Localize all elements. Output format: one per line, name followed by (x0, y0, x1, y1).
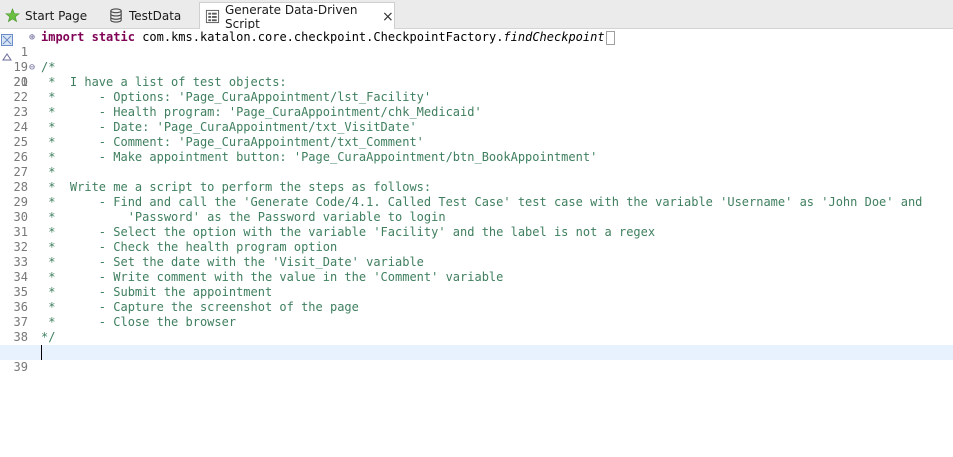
tab-label: TestData (129, 8, 182, 23)
tab-label: Generate Data-Driven Script (225, 2, 358, 31)
code-line[interactable]: 27 * (0, 165, 953, 180)
code-line[interactable]: 22 * - Options: 'Page_CuraAppointment/ls… (0, 90, 953, 105)
code-line[interactable]: 33 * - Set the date with the 'Visit_Date… (0, 255, 953, 270)
code-editor[interactable]: 1 ⊕ import static com.kms.katalon.core.c… (0, 29, 953, 457)
line-number: 25 (13, 135, 28, 149)
line-number: 35 (13, 285, 28, 299)
comment-text: * - Submit the appointment (41, 285, 273, 299)
code-line[interactable]: 1 ⊕ import static com.kms.katalon.core.c… (0, 30, 953, 59)
code-line[interactable]: 34 * - Write comment with the value in t… (0, 270, 953, 285)
code-line[interactable]: 20 ⊖ /* (0, 60, 953, 89)
comment-text: * - Set the date with the 'Visit_Date' v… (41, 255, 424, 269)
comment-text: * - Make appointment button: 'Page_CuraA… (41, 150, 598, 164)
tab-start-page[interactable]: Start Page (4, 2, 100, 29)
line-number: 36 (13, 300, 28, 314)
line-number: 33 (13, 255, 28, 269)
line-number: 37 (13, 315, 28, 329)
code-line[interactable]: 25 * - Comment: 'Page_CuraAppointment/tx… (0, 135, 953, 150)
code-line[interactable]: 36 * - Capture the screenshot of the pag… (0, 300, 953, 315)
expand-fold-icon[interactable]: ⊕ (29, 30, 39, 45)
code-line[interactable]: 35 * - Submit the appointment (0, 285, 953, 300)
comment-text: * - Check the health program option (41, 240, 338, 254)
line-number: 39 (13, 360, 28, 374)
code-line[interactable]: 37 * - Close the browser (0, 315, 953, 330)
line-number: 24 (13, 120, 28, 134)
code-line[interactable]: 23 * - Health program: 'Page_CuraAppoint… (0, 105, 953, 120)
close-icon[interactable]: × (382, 9, 394, 25)
comment-text: * 'Password' as the Password variable to… (41, 210, 446, 224)
line-number: 34 (13, 270, 28, 284)
line-number: 23 (13, 105, 28, 119)
line-number: 29 (13, 195, 28, 209)
star-icon (4, 8, 20, 24)
line-number: 32 (13, 240, 28, 254)
comment-text: * (41, 165, 56, 179)
code-line[interactable]: 30 * 'Password' as the Password variable… (0, 210, 953, 225)
comment-text: * I have a list of test objects: (41, 75, 287, 89)
line-number: 28 (13, 180, 28, 194)
comment-text: * - Date: 'Page_CuraAppointment/txt_Visi… (41, 120, 417, 134)
line-number: 27 (13, 165, 28, 179)
line-number: 22 (13, 90, 28, 104)
comment-text: * - Health program: 'Page_CuraAppointmen… (41, 105, 482, 119)
code-line[interactable]: 31 * - Select the option with the variab… (0, 225, 953, 240)
line-number: 26 (13, 150, 28, 164)
folded-ellipsis-icon[interactable] (605, 30, 615, 45)
current-code-line[interactable]: 39 (0, 345, 953, 374)
editor-tab-bar: Start Page TestData Generate Data-Driven… (0, 0, 953, 31)
code-line[interactable]: 26 * - Make appointment button: 'Page_Cu… (0, 150, 953, 165)
comment-text: * - Close the browser (41, 315, 237, 329)
comment-text: * - Select the option with the variable … (41, 225, 656, 239)
comment-text: /* (41, 60, 56, 74)
import-statement: import static com.kms.katalon.core.check… (41, 30, 615, 45)
line-number: 31 (13, 225, 28, 239)
code-line[interactable]: 19 (0, 45, 953, 74)
comment-text: * - Options: 'Page_CuraAppointment/lst_F… (41, 90, 432, 104)
code-line[interactable]: 28 * Write me a script to perform the st… (0, 180, 953, 195)
code-line[interactable]: 21 * I have a list of test objects: (0, 75, 953, 90)
code-line[interactable]: 29 * - Find and call the 'Generate Code/… (0, 195, 953, 210)
comment-text: * - Comment: 'Page_CuraAppointment/txt_C… (41, 135, 424, 149)
line-number: 21 (13, 75, 28, 89)
database-icon (108, 8, 124, 24)
comment-text: * - Find and call the 'Generate Code/4.1… (41, 195, 923, 209)
collapse-fold-icon[interactable]: ⊖ (29, 60, 39, 75)
tab-testdata[interactable]: TestData (108, 2, 194, 29)
test-script-icon (205, 9, 220, 25)
comment-text: * - Write comment with the value in the … (41, 270, 504, 284)
comment-text: * - Capture the screenshot of the page (41, 300, 359, 314)
tab-label: Start Page (25, 8, 88, 23)
line-number: 38 (13, 330, 28, 344)
code-line[interactable]: 32 * - Check the health program option (0, 240, 953, 255)
comment-text: * Write me a script to perform the steps… (41, 180, 432, 194)
code-line[interactable]: 38 */ (0, 330, 953, 345)
tab-generate-data-driven-script[interactable]: Generate Data-Driven Script × (199, 2, 395, 31)
text-caret (41, 345, 42, 360)
comment-text: */ (41, 330, 56, 344)
code-line[interactable]: 24 * - Date: 'Page_CuraAppointment/txt_V… (0, 120, 953, 135)
line-number: 30 (13, 210, 28, 224)
